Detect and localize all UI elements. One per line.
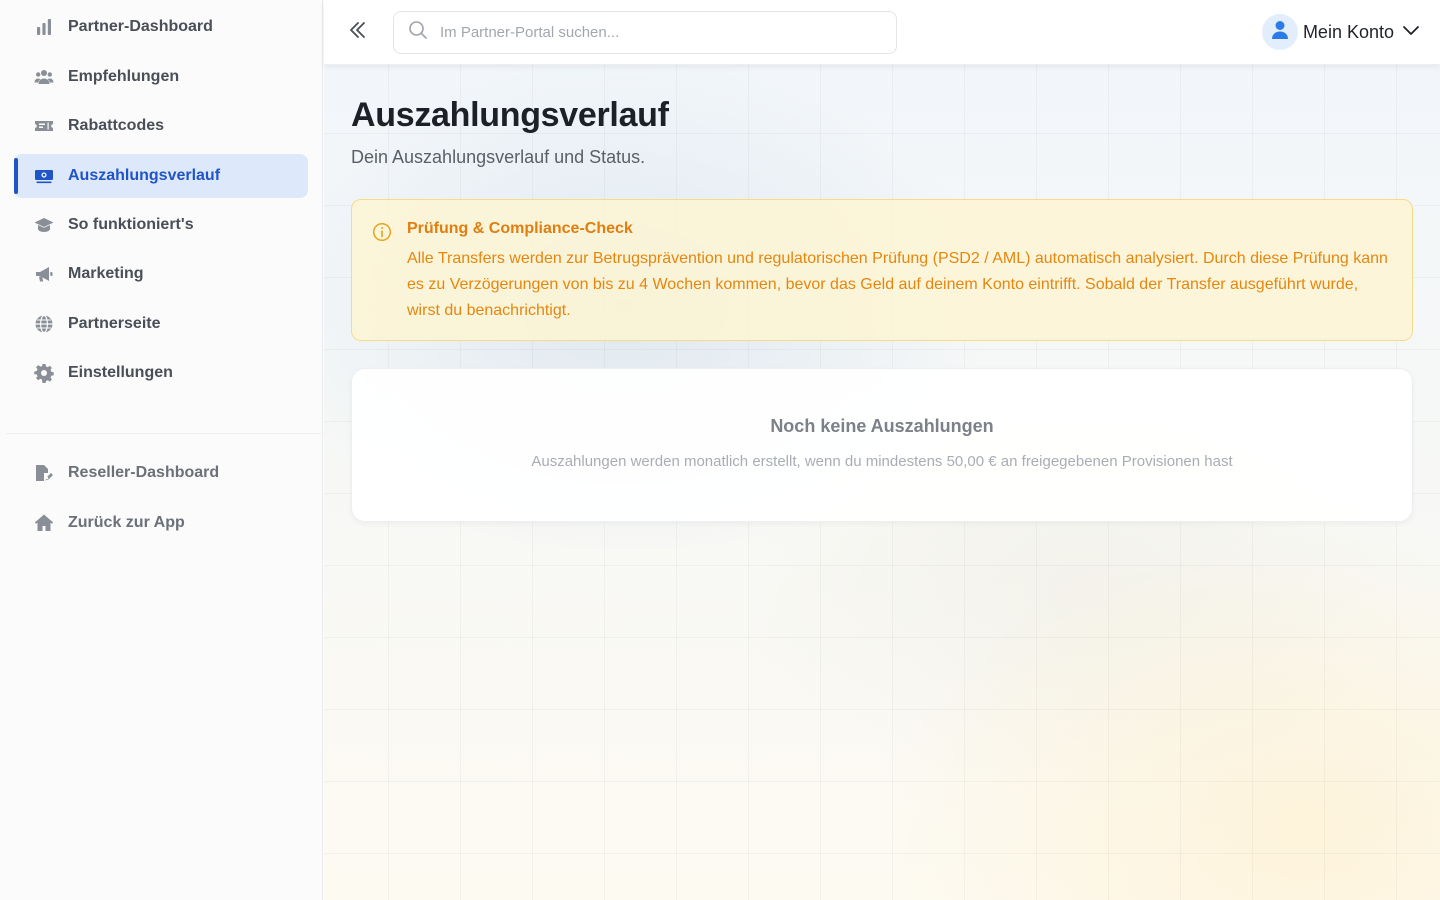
topbar: Mein Konto [324, 0, 1440, 65]
sidebar-item-reseller-dashboard[interactable]: Reseller-Dashboard [14, 451, 308, 495]
info-icon [372, 222, 392, 247]
sidebar-item-label: Einstellungen [68, 364, 173, 381]
sidebar-item-so-funktioniert[interactable]: So funktioniert's [14, 203, 308, 247]
sidebar-item-label: Partner-Dashboard [68, 18, 213, 35]
chevron-down-icon [1402, 21, 1420, 44]
sidebar-item-label: Zurück zur App [68, 514, 185, 531]
alert-title: Prüfung & Compliance-Check [407, 220, 633, 237]
sidebar-divider [6, 433, 321, 434]
sidebar-item-label: Partnerseite [68, 315, 161, 332]
bar-chart-icon [33, 16, 55, 38]
sidebar-item-einstellungen[interactable]: Einstellungen [14, 351, 308, 395]
account-menu[interactable]: Mein Konto [1261, 14, 1420, 50]
sidebar-item-label: So funktioniert's [68, 216, 194, 233]
sidebar-item-label: Marketing [68, 265, 144, 282]
search-box [393, 11, 897, 54]
double-chevron-left-icon [347, 19, 369, 46]
users-icon [33, 66, 55, 88]
sidebar-item-zurueck-zur-app[interactable]: Zurück zur App [14, 501, 308, 545]
compliance-alert: Prüfung & Compliance-Check Alle Transfer… [351, 199, 1413, 341]
gear-icon [33, 362, 55, 384]
home-icon [33, 512, 55, 534]
sidebar-item-label: Reseller-Dashboard [68, 464, 220, 481]
globe-icon [33, 313, 55, 335]
graduation-cap-icon [33, 214, 55, 236]
collapse-sidebar-button[interactable] [344, 18, 372, 46]
sidebar-item-label: Empfehlungen [68, 68, 180, 85]
megaphone-icon [33, 263, 55, 285]
empty-state-title: Noch keine Auszahlungen [770, 416, 994, 436]
search-icon [408, 20, 428, 45]
sidebar: Partner-Dashboard Empfehlungen Rabattcod… [0, 0, 323, 900]
main-content: Auszahlungsverlauf Dein Auszahlungsverla… [324, 65, 1440, 900]
sidebar-item-partnerseite[interactable]: Partnerseite [14, 302, 308, 346]
sidebar-item-label: Auszahlungsverlauf [68, 167, 221, 184]
sidebar-item-empfehlungen[interactable]: Empfehlungen [14, 55, 308, 99]
ticket-icon [33, 115, 55, 137]
account-label: Mein Konto [1302, 21, 1394, 42]
sidebar-item-partner-dashboard[interactable]: Partner-Dashboard [14, 5, 308, 49]
page-subtitle: Dein Auszahlungsverlauf und Status. [351, 147, 646, 167]
alert-text: Alle Transfers werden zur Betrugsprävent… [407, 250, 1388, 319]
avatar [1261, 14, 1298, 50]
sidebar-item-label: Rabattcodes [68, 117, 165, 134]
sidebar-item-auszahlungsverlauf[interactable]: Auszahlungsverlauf [14, 154, 308, 198]
sidebar-item-marketing[interactable]: Marketing [14, 252, 308, 296]
reseller-icon [33, 462, 55, 484]
sidebar-item-rabattcodes[interactable]: Rabattcodes [14, 104, 308, 148]
empty-state-text: Auszahlungen werden monatlich erstellt, … [531, 453, 1233, 470]
money-bill-icon [33, 165, 55, 187]
page-title: Auszahlungsverlauf [351, 96, 669, 134]
user-icon [1271, 20, 1289, 45]
payouts-empty-state: Noch keine Auszahlungen Auszahlungen wer… [351, 368, 1413, 522]
search-input[interactable] [440, 24, 880, 41]
